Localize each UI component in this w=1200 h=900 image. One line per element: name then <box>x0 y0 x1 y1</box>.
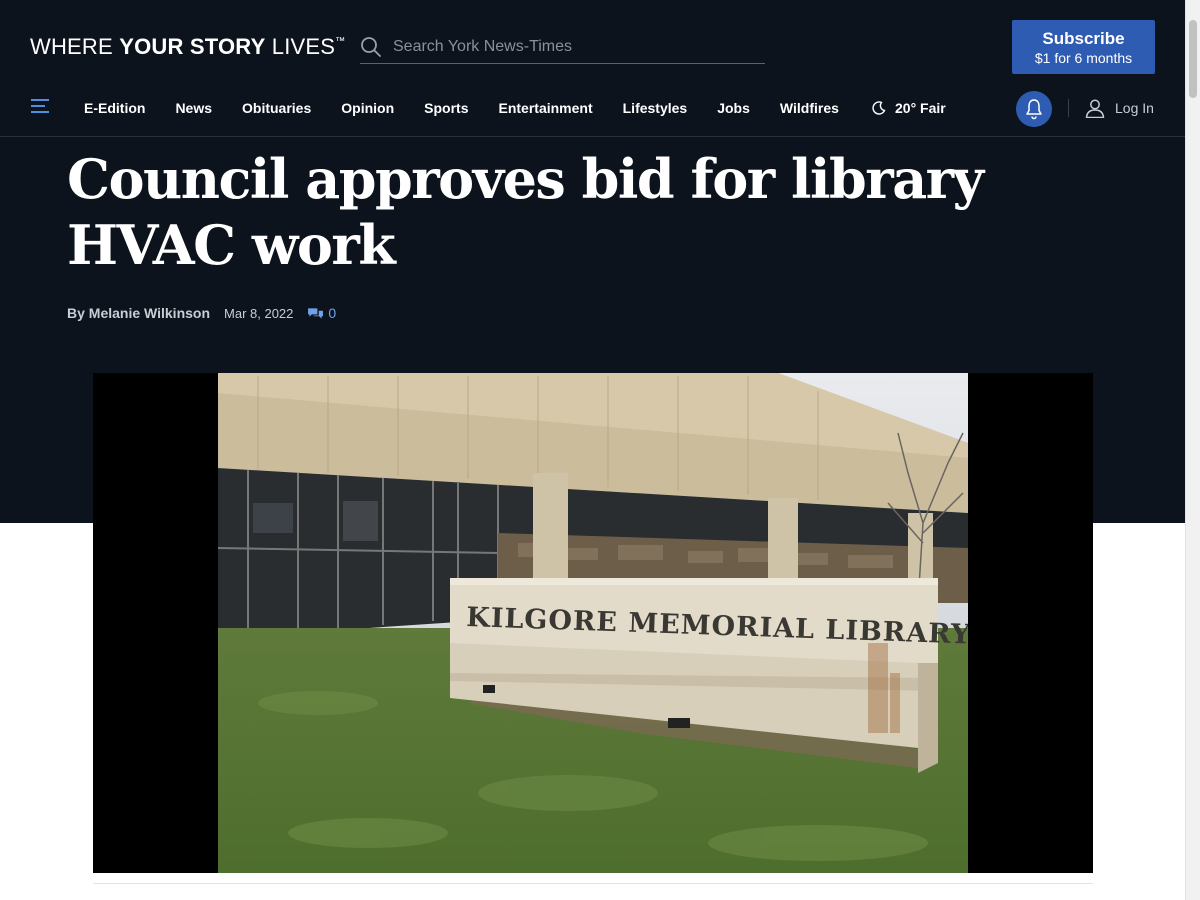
nav-item-opinion[interactable]: Opinion <box>341 100 394 116</box>
subscribe-label: Subscribe <box>1042 29 1125 48</box>
comment-count: 0 <box>328 305 337 321</box>
article-byline: By Melanie Wilkinson Mar 8, 2022 0 <box>67 305 336 321</box>
comments-link[interactable]: 0 <box>307 305 336 321</box>
lead-photo-frame[interactable]: KILGORE MEMORIAL LIBRARY <box>93 373 1093 873</box>
tagline-thin-2: LIVES <box>265 34 336 59</box>
nav-item-news[interactable]: News <box>175 100 212 116</box>
subscribe-button[interactable]: Subscribe $1 for 6 months <box>1012 20 1155 74</box>
nav-divider <box>1068 99 1069 117</box>
nav-item-entertainment[interactable]: Entertainment <box>499 100 593 116</box>
comments-icon <box>308 307 324 319</box>
weather-text: 20° Fair <box>895 100 946 116</box>
library-photo-illustration: KILGORE MEMORIAL LIBRARY <box>218 373 968 873</box>
publish-date: Mar 8, 2022 <box>224 305 294 321</box>
moon-icon <box>872 101 886 115</box>
nav-item-jobs[interactable]: Jobs <box>717 100 750 116</box>
page-scrollbar[interactable] <box>1185 0 1200 900</box>
nav-item-wildfires[interactable]: Wildfires <box>780 100 839 116</box>
subscribe-offer: $1 for 6 months <box>1034 50 1133 66</box>
login-label: Log In <box>1115 100 1154 116</box>
tagline-trademark: ™ <box>335 36 346 47</box>
author-name[interactable]: By Melanie Wilkinson <box>67 305 210 321</box>
page: WHERE YOUR STORY LIVES™ Subscribe $1 for… <box>0 0 1200 900</box>
search-input[interactable] <box>393 37 765 56</box>
photo-divider <box>93 883 1093 884</box>
nav-item-sports[interactable]: Sports <box>424 100 468 116</box>
tagline-thin-1: WHERE <box>30 34 120 59</box>
login-link[interactable]: Log In <box>1085 98 1154 118</box>
weather-widget[interactable]: 20° Fair <box>872 100 946 116</box>
menu-icon[interactable] <box>31 99 49 115</box>
tagline-bold: YOUR STORY <box>119 34 266 59</box>
nav-item-e-edition[interactable]: E-Edition <box>84 100 145 116</box>
nav-item-lifestyles[interactable]: Lifestyles <box>623 100 688 116</box>
bell-icon <box>1026 99 1042 120</box>
search-icon[interactable] <box>360 36 382 58</box>
search-bar <box>360 30 765 64</box>
lead-photo: KILGORE MEMORIAL LIBRARY <box>218 373 968 873</box>
article-headline: Council approves bid for library HVAC wo… <box>67 147 984 277</box>
scrollbar-thumb[interactable] <box>1189 20 1197 98</box>
nav-item-obituaries[interactable]: Obituaries <box>242 100 311 116</box>
notifications-button[interactable] <box>1016 91 1052 127</box>
main-nav: E-Edition News Obituaries Opinion Sports… <box>0 82 1185 137</box>
user-icon <box>1085 99 1105 118</box>
nav-items: E-Edition News Obituaries Opinion Sports… <box>84 100 869 116</box>
site-tagline-logo[interactable]: WHERE YOUR STORY LIVES™ <box>30 34 345 60</box>
